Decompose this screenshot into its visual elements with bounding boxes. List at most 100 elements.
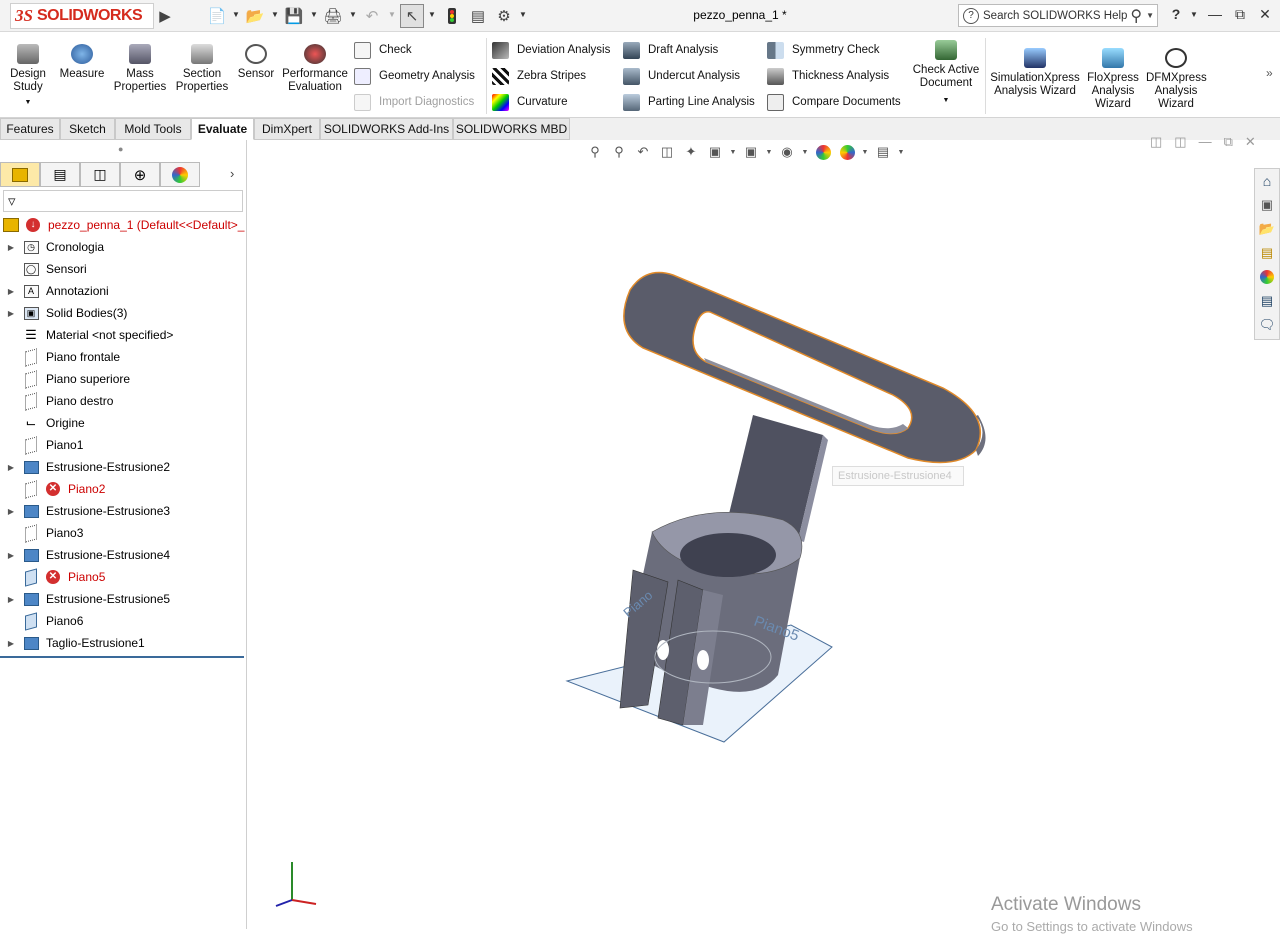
expand-arrow-icon[interactable]: ▶ [4,507,18,516]
select-icon[interactable]: ↖ [400,4,424,28]
tab-mold-tools[interactable]: Mold Tools [115,118,191,140]
simulationxpress-button[interactable]: SimulationXpress Analysis Wizard [988,48,1082,98]
chevron-down-icon[interactable]: ▼ [271,10,279,19]
tree-item[interactable]: ☰ Material <not specified> [0,324,247,346]
expand-arrow-icon[interactable]: ▶ [4,309,18,318]
expand-arrow-icon[interactable]: ▶ [4,551,18,560]
mass-properties-button[interactable]: Mass Properties [112,44,168,94]
floxpress-button[interactable]: FloXpress Analysis Wizard [1086,48,1140,111]
tree-item[interactable]: ▶ Estrusione-Estrusione2 [0,456,247,478]
geometry-analysis-button[interactable]: Geometry Analysis [354,66,475,86]
tab-features[interactable]: Features [0,118,60,140]
origin-icon: ⌙ [25,415,37,430]
chevron-right-icon[interactable]: › [230,166,234,181]
tree-item[interactable]: Piano1 [0,434,247,456]
tree-filter[interactable]: ▿ [3,190,243,212]
tree-item[interactable]: ▶ Estrusione-Estrusione4 [0,544,247,566]
symmetry-check-button[interactable]: Symmetry Check [767,40,880,60]
curvature-button[interactable]: Curvature [492,92,568,112]
restore-icon[interactable]: ⧉ [1230,6,1250,23]
deviation-analysis-button[interactable]: Deviation Analysis [492,40,610,60]
new-document-icon[interactable]: 📄 [206,6,228,26]
open-icon[interactable]: 📂 [244,6,266,26]
display-manager-tab[interactable] [160,162,200,187]
tree-item[interactable]: ◯ Sensori [0,258,247,280]
chevron-down-icon[interactable]: ▼ [349,10,357,19]
tree-item[interactable]: ▶ Estrusione-Estrusione5 [0,588,247,610]
tree-item[interactable]: Piano frontale [0,346,247,368]
performance-evaluation-button[interactable]: Performance Evaluation [280,44,350,94]
chevron-down-icon[interactable]: ▼ [1146,11,1154,20]
measure-button[interactable]: Measure [58,44,106,81]
tab-evaluate[interactable]: Evaluate [191,118,254,140]
save-icon[interactable]: 💾 [283,6,305,26]
chevron-down-icon[interactable]: ▼ [310,10,318,19]
curvature-label: Curvature [517,96,568,108]
options-gear-icon[interactable]: ⚙ [493,6,515,26]
sensor-button[interactable]: Sensor [234,44,278,81]
tree-item[interactable]: Piano3 [0,522,247,544]
configuration-manager-tab[interactable]: ◫ [80,162,120,187]
tree-item-label: Origine [46,416,85,430]
menu-expand-icon[interactable]: ▶ [158,6,172,26]
undercut-analysis-button[interactable]: Undercut Analysis [623,66,740,86]
check-active-document-button[interactable]: Check Active Document ▼ [910,40,982,107]
parting-line-analysis-button[interactable]: Parting Line Analysis [623,92,755,112]
expand-arrow-icon[interactable]: ▶ [4,243,18,252]
thickness-analysis-button[interactable]: Thickness Analysis [767,66,889,86]
tree-item[interactable]: Piano superiore [0,368,247,390]
tab-solidworks-addins[interactable]: SOLIDWORKS Add-Ins [320,118,453,140]
help-button[interactable]: ? [1166,6,1186,22]
tree-root-part[interactable]: ↓ pezzo_penna_1 (Default<<Default>_ [0,214,247,236]
property-manager-tab[interactable]: ▤ [40,162,80,187]
expand-arrow-icon[interactable]: ▶ [4,463,18,472]
rollback-bar[interactable] [0,656,244,658]
feature-manager-tab[interactable] [0,162,40,187]
undo-icon[interactable]: ↶ [361,6,383,26]
import-diagnostics-button[interactable]: Import Diagnostics [354,92,474,112]
chevron-down-icon[interactable]: ▼ [519,10,527,19]
tree-item[interactable]: ▶ A Annotazioni [0,280,247,302]
minimize-icon[interactable]: — [1205,6,1225,22]
tab-sketch[interactable]: Sketch [60,118,115,140]
search-icon[interactable]: ⚲ [1130,6,1142,26]
tree-item[interactable]: ✕ Piano5 [0,566,247,588]
solidworks-logo[interactable]: 3S SOLIDWORKS [10,3,154,29]
tree-item[interactable]: ▶ ◷ Cronologia [0,236,247,258]
chevron-down-icon[interactable]: ▼ [232,10,240,19]
panel-grip-icon[interactable]: ● [118,144,123,154]
expand-arrow-icon[interactable]: ▶ [4,287,18,296]
dfmxpress-button[interactable]: DFMXpress Analysis Wizard [1146,48,1207,111]
tab-solidworks-mbd[interactable]: SOLIDWORKS MBD [453,118,570,140]
design-study-button[interactable]: Design Study ▼ [6,44,50,109]
tree-item[interactable]: Piano6 [0,610,247,632]
dfmxpress-label: DFMXpress Analysis Wizard [1146,72,1207,110]
undercut-analysis-icon [623,67,640,85]
compare-documents-button[interactable]: Compare Documents [767,92,901,112]
tree-item[interactable]: ▶ ▣ Solid Bodies(3) [0,302,247,324]
close-icon[interactable]: ✕ [1255,6,1275,23]
expand-arrow-icon[interactable]: ▶ [4,595,18,604]
search-help-field[interactable]: ? Search SOLIDWORKS Help ⚲ ▼ [958,4,1158,27]
tree-item[interactable]: ⌙ Origine [0,412,247,434]
expand-arrow-icon[interactable]: ▶ [4,639,18,648]
draft-analysis-button[interactable]: Draft Analysis [623,40,718,60]
tree-item[interactable]: Piano destro [0,390,247,412]
performance-evaluation-label: Performance Evaluation [282,68,348,93]
chevron-down-icon[interactable]: ▼ [388,10,396,19]
chevron-down-icon[interactable]: ▼ [1190,10,1198,19]
rebuild-icon[interactable] [442,6,462,26]
tab-dimxpert[interactable]: DimXpert [254,118,320,140]
tree-item[interactable]: ✕ Piano2 [0,478,247,500]
graphics-area[interactable]: ⚲ ⚲ ↶ ◫ ✦ ▣ ▼ ▣ ▼ ◉ ▼ ▼ ▤ ▼ ◫ ◫ — ⧉ ✕ ⌂ … [248,134,1280,934]
chevron-right-double-icon[interactable]: » [1266,66,1273,80]
section-properties-button[interactable]: Section Properties [172,44,232,94]
zebra-stripes-button[interactable]: Zebra Stripes [492,66,586,86]
chevron-down-icon[interactable]: ▼ [428,10,436,19]
tree-item[interactable]: ▶ Estrusione-Estrusione3 [0,500,247,522]
file-properties-icon[interactable]: ▤ [467,6,489,26]
tree-item[interactable]: ▶ Taglio-Estrusione1 [0,632,247,654]
check-button[interactable]: Check [354,40,412,60]
print-icon[interactable]: 🖨 [322,6,344,26]
dimxpert-manager-tab[interactable]: ⊕ [120,162,160,187]
